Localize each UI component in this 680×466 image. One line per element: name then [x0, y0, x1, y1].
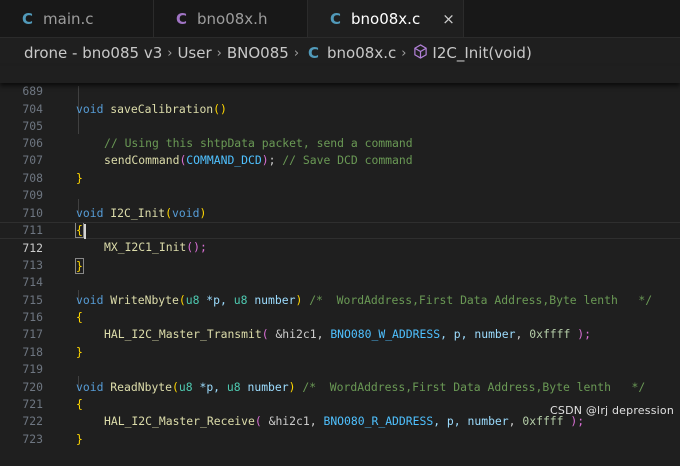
- chevron-right-icon: ›: [293, 45, 300, 61]
- code-line[interactable]: 719 void ReadNbyte(u8 *p, u8 number) /* …: [0, 344, 680, 393]
- line-number: 723: [22, 431, 43, 446]
- c-file-icon: C: [22, 9, 34, 28]
- code-text: void saveCalibration(): [76, 101, 227, 116]
- sticky-scroll-line[interactable]: 689 void saveCalibration(): [0, 66, 680, 116]
- code-editor[interactable]: 689 void saveCalibration() 704 705 // Us…: [0, 66, 680, 446]
- code-line[interactable]: 715 {: [0, 274, 680, 324]
- c-file-icon: C: [330, 9, 342, 28]
- code-line[interactable]: 721 HAL_I2C_Master_Receive( &hi2c1, BNO0…: [0, 379, 680, 428]
- tab-label: bno08x.c: [351, 9, 421, 28]
- c-file-icon: C: [308, 44, 320, 62]
- breadcrumb-file[interactable]: bno08x.c: [327, 44, 396, 62]
- tab-main-c[interactable]: C main.c: [0, 0, 154, 37]
- breadcrumb-symbol[interactable]: I2C_Init(void): [432, 44, 531, 62]
- code-line[interactable]: 714 void WriteNbyte(u8 *p, u8 number) /*…: [0, 257, 680, 306]
- code-text: }: [76, 431, 83, 446]
- tab-bar: C main.c C bno08x.h C bno08x.c ×: [0, 0, 680, 38]
- chevron-right-icon: ›: [216, 45, 222, 61]
- tab-bno08x-h[interactable]: C bno08x.h: [154, 0, 308, 37]
- code-line[interactable]: 710 {: [0, 187, 680, 238]
- text-cursor: [84, 224, 86, 239]
- code-line[interactable]: 704: [0, 83, 680, 116]
- code-line[interactable]: 716 HAL_I2C_Master_Transmit( &hi2c1, BNO…: [0, 292, 680, 341]
- code-line[interactable]: 718: [0, 326, 680, 359]
- tab-label: main.c: [43, 9, 94, 28]
- code-line[interactable]: 709 void I2C_Init(void): [0, 170, 680, 219]
- code-line-current[interactable]: 712 }: [0, 222, 680, 274]
- tab-label: bno08x.h: [197, 9, 268, 28]
- tab-bno08x-c[interactable]: C bno08x.c ×: [308, 0, 464, 37]
- code-line[interactable]: 717 }: [0, 309, 680, 358]
- code-line[interactable]: 720 {: [0, 361, 680, 411]
- watermark: CSDN @lrj depression: [550, 404, 674, 417]
- method-symbol-icon: [413, 43, 428, 63]
- breadcrumb-project[interactable]: drone - bno085 v3: [24, 44, 162, 62]
- chevron-right-icon: ›: [401, 45, 407, 61]
- chevron-right-icon: ›: [167, 45, 173, 61]
- breadcrumb-folder-bno085[interactable]: BNO085: [227, 44, 289, 62]
- code-line[interactable]: 708: [0, 152, 680, 185]
- breadcrumb: drone - bno085 v3 › User › BNO085 › C bn…: [0, 38, 680, 68]
- breadcrumb-folder-user[interactable]: User: [177, 44, 211, 62]
- code-line[interactable]: 713: [0, 239, 680, 272]
- code-line[interactable]: 711 MX_I2C1_Init();: [0, 205, 680, 254]
- line-number: 689: [22, 84, 43, 99]
- code-line[interactable]: 707 }: [0, 135, 680, 184]
- code-line[interactable]: 706 sendCommand(COMMAND_DCD); // Save DC…: [0, 118, 680, 167]
- close-icon[interactable]: ×: [442, 10, 455, 28]
- c-header-file-icon: C: [176, 9, 188, 28]
